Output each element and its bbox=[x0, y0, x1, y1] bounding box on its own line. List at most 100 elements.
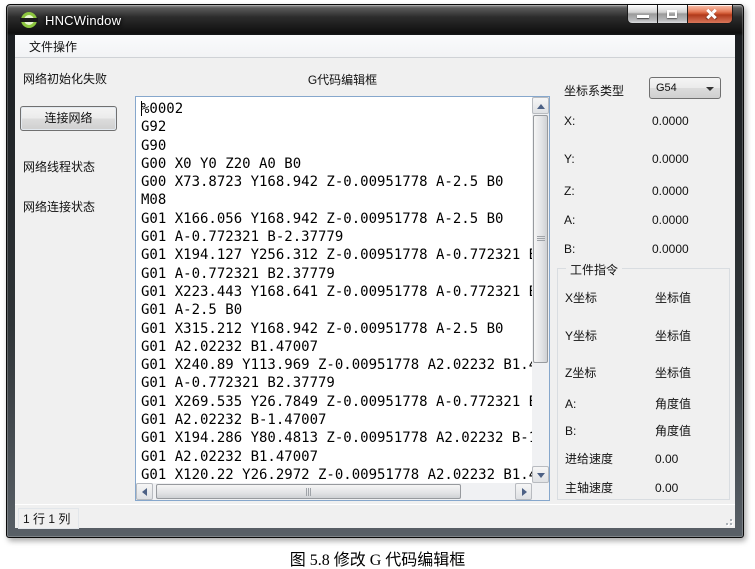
arrow-left-icon bbox=[142, 488, 147, 496]
axis-value: 0.0000 bbox=[652, 184, 689, 199]
gcode-line: G01 X315.212 Y168.942 Z-0.00951778 A-2.5… bbox=[141, 320, 532, 338]
scroll-right-button[interactable] bbox=[515, 483, 532, 500]
gcode-editor-title: G代码编辑框 bbox=[135, 71, 550, 88]
axis-label: Y: bbox=[564, 152, 652, 167]
gcode-line: G01 X269.535 Y26.7849 Z-0.00951778 A-0.7… bbox=[141, 393, 532, 411]
minimize-button[interactable] bbox=[627, 5, 658, 24]
maximize-button[interactable] bbox=[658, 5, 687, 24]
logo-band bbox=[20, 18, 38, 22]
gcode-line: G01 X240.89 Y113.969 Z-0.00951778 A2.022… bbox=[141, 356, 532, 374]
thumb-grip-icon bbox=[306, 488, 307, 496]
app-window: HNCWindow 文件操作 网络初始化失败 连接网络 网络线程状态 网络连接状… bbox=[6, 4, 744, 538]
workpiece-group-title: 工件指令 bbox=[566, 261, 622, 278]
scroll-up-button[interactable] bbox=[532, 97, 549, 114]
work-field-value: 0.00 bbox=[655, 452, 678, 467]
workpiece-command-group: 工件指令 X坐标 坐标值 Y坐标 坐标值 Z坐标 坐标值 bbox=[557, 268, 730, 500]
gcode-line: G01 A2.02232 B1.47007 bbox=[141, 338, 532, 356]
gcode-line: G01 A2.02232 B1.47007 bbox=[141, 448, 532, 466]
gcode-editor: %0002G92G90G00 X0 Y0 Z20 A0 B0G00 X73.87… bbox=[135, 96, 550, 501]
arrow-right-icon bbox=[522, 488, 527, 496]
network-connection-status-label: 网络连接状态 bbox=[23, 198, 95, 215]
cursor-position-status: 1 行 1 列 bbox=[18, 508, 79, 529]
menu-item-file-ops[interactable]: 文件操作 bbox=[23, 36, 83, 57]
work-field-row: B: 角度值 bbox=[565, 424, 725, 439]
gcode-line: G01 X120.22 Y26.2972 Z-0.00951778 A2.022… bbox=[141, 466, 532, 483]
menu-bar: 文件操作 bbox=[15, 35, 735, 58]
figure-caption: 图 5.8 修改 G 代码编辑框 bbox=[0, 546, 755, 569]
scrollbar-corner bbox=[532, 483, 549, 500]
minimize-icon bbox=[637, 15, 649, 18]
close-button[interactable] bbox=[687, 5, 733, 24]
axis-value: 0.0000 bbox=[652, 114, 689, 129]
axis-row: B: 0.0000 bbox=[564, 242, 729, 257]
resize-grip[interactable] bbox=[721, 514, 733, 526]
axis-label: A: bbox=[564, 213, 652, 228]
gcode-textarea[interactable]: %0002G92G90G00 X0 Y0 Z20 A0 B0G00 X73.87… bbox=[136, 97, 532, 483]
gcode-line: G01 A-0.772321 B2.37779 bbox=[141, 265, 532, 283]
thumb-grip-icon bbox=[537, 236, 545, 237]
work-field-value: 角度值 bbox=[655, 424, 691, 439]
gcode-line: G01 A2.02232 B-1.47007 bbox=[141, 411, 532, 429]
horizontal-scrollbar-thumb[interactable] bbox=[156, 484, 461, 499]
hnc-logo-icon bbox=[20, 12, 38, 29]
network-thread-status-label: 网络线程状态 bbox=[23, 158, 95, 175]
axis-value: 0.0000 bbox=[652, 213, 689, 228]
axis-row: Z: 0.0000 bbox=[564, 184, 729, 199]
status-bar: 1 行 1 列 bbox=[15, 504, 735, 528]
gcode-line: G01 X223.443 Y168.641 Z-0.00951778 A-0.7… bbox=[141, 283, 532, 301]
work-field-label: B: bbox=[565, 424, 655, 439]
work-field-label: 主轴速度 bbox=[565, 481, 655, 496]
work-field-row: 主轴速度 0.00 bbox=[565, 481, 725, 496]
gcode-line: G00 X73.8723 Y168.942 Z-0.00951778 A-2.5… bbox=[141, 173, 532, 191]
network-init-status-label: 网络初始化失败 bbox=[23, 70, 107, 87]
arrow-down-icon bbox=[537, 473, 545, 478]
work-field-value: 坐标值 bbox=[655, 329, 691, 344]
figure-canvas: HNCWindow 文件操作 网络初始化失败 连接网络 网络线程状态 网络连接状… bbox=[0, 0, 755, 569]
work-field-label: Y坐标 bbox=[565, 329, 655, 344]
maximize-icon bbox=[667, 10, 677, 18]
axis-value: 0.0000 bbox=[652, 242, 689, 257]
coord-system-dropdown[interactable]: G54 bbox=[649, 77, 721, 99]
axis-row: A: 0.0000 bbox=[564, 213, 729, 228]
work-field-value: 角度值 bbox=[655, 397, 691, 412]
scroll-down-button[interactable] bbox=[532, 466, 549, 483]
window-controls bbox=[627, 5, 733, 24]
work-field-row: 进给速度 0.00 bbox=[565, 452, 725, 467]
client-area: 网络初始化失败 连接网络 网络线程状态 网络连接状态 G代码编辑框 %0002G… bbox=[15, 58, 735, 504]
axis-row: X: 0.0000 bbox=[564, 114, 729, 129]
work-field-value: 0.00 bbox=[655, 481, 678, 496]
gcode-line: G90 bbox=[141, 137, 532, 155]
horizontal-scrollbar[interactable] bbox=[136, 483, 532, 500]
connect-network-button[interactable]: 连接网络 bbox=[20, 106, 117, 131]
gcode-line: %0002 bbox=[141, 100, 532, 118]
axis-label: X: bbox=[564, 114, 652, 129]
window-title: HNCWindow bbox=[45, 13, 121, 28]
vertical-scrollbar[interactable] bbox=[532, 97, 549, 483]
coord-system-type-label: 坐标系类型 bbox=[564, 82, 624, 99]
work-field-row: X坐标 坐标值 bbox=[565, 291, 725, 306]
work-field-row: A: 角度值 bbox=[565, 397, 725, 412]
gcode-line: G01 A-2.5 B0 bbox=[141, 301, 532, 319]
axis-value: 0.0000 bbox=[652, 152, 689, 167]
machine-coordinates: X: 0.0000 Y: 0.0000 Z: 0.0000 A: 0.0000 bbox=[564, 114, 729, 257]
gcode-line: G01 X194.286 Y80.4813 Z-0.00951778 A2.02… bbox=[141, 429, 532, 447]
axis-row: Y: 0.0000 bbox=[564, 152, 729, 167]
coord-system-value: G54 bbox=[656, 82, 677, 94]
work-field-label: 进给速度 bbox=[565, 452, 655, 467]
gcode-line: G01 X166.056 Y168.942 Z-0.00951778 A-2.5… bbox=[141, 210, 532, 228]
gcode-line: M08 bbox=[141, 191, 532, 209]
work-field-label: X坐标 bbox=[565, 291, 655, 306]
vertical-scrollbar-thumb[interactable] bbox=[533, 115, 548, 363]
gcode-line: G01 X194.127 Y256.312 Z-0.00951778 A-0.7… bbox=[141, 246, 532, 264]
gcode-line: G00 X0 Y0 Z20 A0 B0 bbox=[141, 155, 532, 173]
scroll-left-button[interactable] bbox=[136, 483, 153, 500]
arrow-up-icon bbox=[537, 104, 545, 109]
work-field-row: Y坐标 坐标值 bbox=[565, 329, 725, 344]
axis-label: Z: bbox=[564, 184, 652, 199]
gcode-line: G01 A-0.772321 B-2.37779 bbox=[141, 228, 532, 246]
close-icon bbox=[705, 8, 717, 20]
work-field-value: 坐标值 bbox=[655, 366, 691, 381]
work-field-label: Z坐标 bbox=[565, 366, 655, 381]
work-field-row: Z坐标 坐标值 bbox=[565, 366, 725, 381]
work-field-label: A: bbox=[565, 397, 655, 412]
